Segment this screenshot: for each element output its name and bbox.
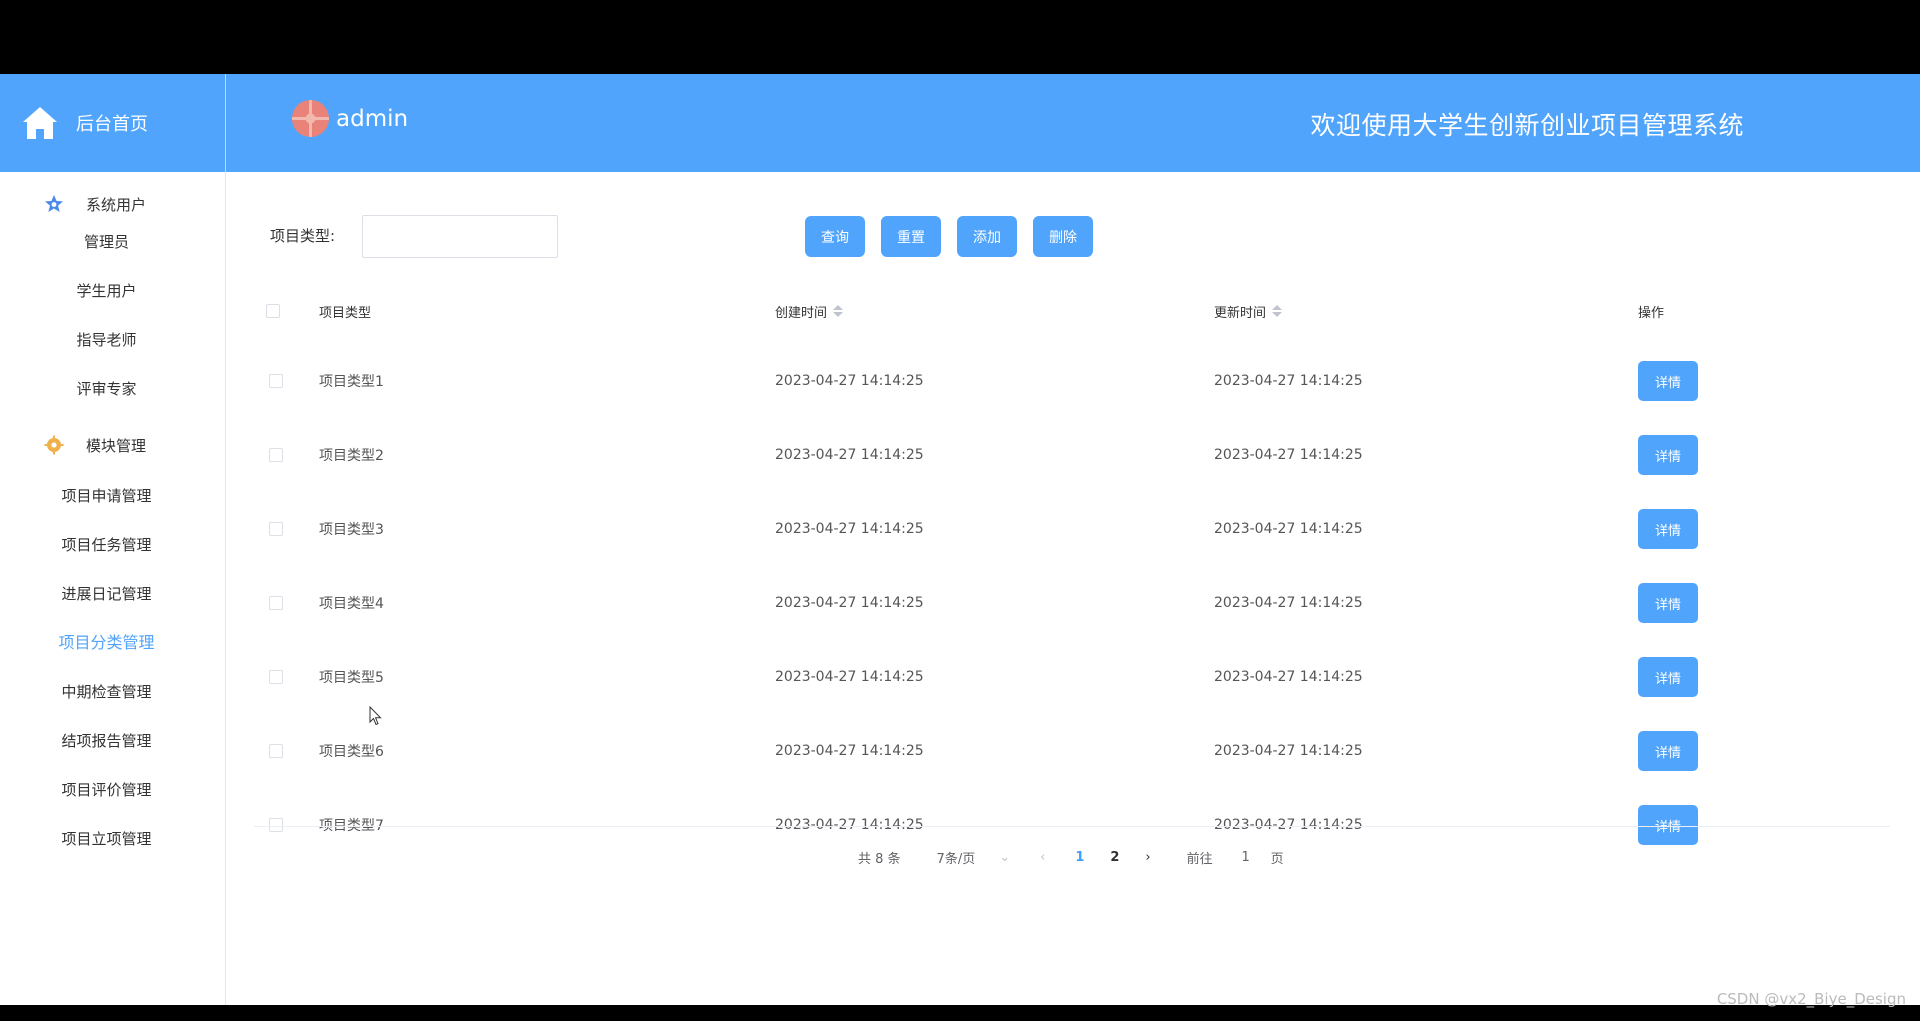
- page-suffix: 页: [1270, 851, 1284, 867]
- cell-update-time: 2023-04-27 14:14:25: [1214, 447, 1363, 463]
- mouse-cursor-icon: [369, 706, 382, 726]
- column-header-update-time[interactable]: 更新时间: [1214, 278, 1283, 344]
- user-info[interactable]: admin: [292, 100, 408, 137]
- cell-update-time: 2023-04-27 14:14:25: [1214, 595, 1363, 611]
- page-number-2[interactable]: 2: [1110, 850, 1119, 865]
- project-type-search-input[interactable]: [362, 215, 558, 258]
- cell-update-time: 2023-04-27 14:14:25: [1214, 373, 1363, 389]
- cell-create-time: 2023-04-27 14:14:25: [775, 669, 924, 685]
- cell-type: 项目类型5: [319, 670, 384, 686]
- sidebar-item-project-tasks[interactable]: 项目任务管理: [0, 520, 213, 570]
- sidebar: 系统用户 管理员 学生用户 指导老师 评审专家 模块管理 项目申请管理 项目任务…: [0, 172, 226, 1005]
- cell-type: 项目类型1: [319, 374, 384, 390]
- table-row: 项目类型5 2023-04-27 14:14:25 2023-04-27 14:…: [254, 640, 1890, 714]
- pagination: 共 8 条 7条/页 ⌄ ‹ 1 2 › 前往 页: [858, 842, 1284, 872]
- row-checkbox[interactable]: [269, 744, 283, 758]
- table-row: 项目类型3 2023-04-27 14:14:25 2023-04-27 14:…: [254, 492, 1890, 566]
- star-badge-icon: [44, 194, 64, 214]
- cell-update-time: 2023-04-27 14:14:25: [1214, 743, 1363, 759]
- query-button[interactable]: 查询: [805, 216, 865, 257]
- table-row: 项目类型4 2023-04-27 14:14:25 2023-04-27 14:…: [254, 566, 1890, 640]
- avatar: [292, 100, 329, 137]
- column-header-label: 创建时间: [775, 305, 828, 321]
- table-row: 项目类型1 2023-04-27 14:14:25 2023-04-27 14:…: [254, 344, 1890, 418]
- app-window: 后台首页 admin 欢迎使用大学生创新创业项目管理系统 系统用户 管理员 学生…: [0, 74, 1920, 1005]
- goto-page-input[interactable]: [1230, 844, 1261, 870]
- table-row: 项目类型6 2023-04-27 14:14:25 2023-04-27 14:…: [254, 714, 1890, 788]
- cell-create-time: 2023-04-27 14:14:25: [775, 595, 924, 611]
- sidebar-item-admin[interactable]: 管理员: [0, 217, 213, 267]
- row-checkbox[interactable]: [269, 596, 283, 610]
- detail-button[interactable]: 详情: [1638, 731, 1698, 771]
- add-button[interactable]: 添加: [957, 216, 1017, 257]
- sidebar-item-project-evaluation[interactable]: 项目评价管理: [0, 765, 213, 815]
- column-header-type: 项目类型: [319, 305, 372, 321]
- username: admin: [336, 105, 409, 132]
- select-all-checkbox[interactable]: [266, 304, 280, 318]
- sidebar-group-modules[interactable]: 模块管理: [0, 420, 225, 470]
- table-row: 项目类型2 2023-04-27 14:14:25 2023-04-27 14:…: [254, 418, 1890, 492]
- column-header-label: 更新时间: [1214, 305, 1267, 321]
- row-checkbox[interactable]: [269, 374, 283, 388]
- cell-type: 项目类型7: [319, 818, 384, 834]
- page-size-select[interactable]: 7条/页 ⌄: [937, 848, 1011, 867]
- row-checkbox[interactable]: [269, 522, 283, 536]
- home-icon: [23, 107, 57, 139]
- cell-create-time: 2023-04-27 14:14:25: [775, 447, 924, 463]
- row-checkbox[interactable]: [269, 448, 283, 462]
- sidebar-item-teachers[interactable]: 指导老师: [0, 315, 213, 365]
- sidebar-item-students[interactable]: 学生用户: [0, 266, 213, 316]
- main-content: 项目类型: 查询 重置 添加 删除 项目类型 创建时间 更新时间 操作 项目类型…: [233, 180, 1890, 1005]
- sort-icon[interactable]: [833, 305, 844, 317]
- cell-create-time: 2023-04-27 14:14:25: [775, 373, 924, 389]
- cell-update-time: 2023-04-27 14:14:25: [1214, 669, 1363, 685]
- search-label: 项目类型:: [270, 227, 336, 245]
- detail-button[interactable]: 详情: [1638, 657, 1698, 697]
- cell-type: 项目类型2: [319, 448, 384, 464]
- chevron-down-icon: ⌄: [999, 849, 1011, 865]
- data-table: 项目类型 创建时间 更新时间 操作 项目类型1 2023-04-27 14:14…: [254, 278, 1890, 862]
- pagination-total: 共 8 条: [858, 851, 901, 867]
- delete-button[interactable]: 删除: [1033, 216, 1093, 257]
- sidebar-item-midterm-check[interactable]: 中期检查管理: [0, 667, 213, 717]
- detail-button[interactable]: 详情: [1638, 361, 1698, 401]
- sidebar-item-experts[interactable]: 评审专家: [0, 364, 213, 414]
- home-label: 后台首页: [76, 114, 148, 135]
- system-title: 欢迎使用大学生创新创业项目管理系统: [1310, 111, 1744, 140]
- detail-button[interactable]: 详情: [1638, 583, 1698, 623]
- column-header-operation: 操作: [1638, 305, 1665, 321]
- reset-button[interactable]: 重置: [881, 216, 941, 257]
- table-divider: [254, 826, 1890, 827]
- sidebar-item-project-apply[interactable]: 项目申请管理: [0, 471, 213, 521]
- next-page-button[interactable]: ›: [1145, 850, 1150, 865]
- sort-icon[interactable]: [1272, 305, 1283, 317]
- prev-page-button[interactable]: ‹: [1040, 850, 1045, 865]
- sidebar-item-project-approval[interactable]: 项目立项管理: [0, 814, 213, 864]
- cell-type: 项目类型4: [319, 596, 384, 612]
- gear-badge-icon: [44, 435, 64, 455]
- row-checkbox[interactable]: [269, 818, 283, 832]
- cell-update-time: 2023-04-27 14:14:25: [1214, 521, 1363, 537]
- detail-button[interactable]: 详情: [1638, 435, 1698, 475]
- table-header-row: 项目类型 创建时间 更新时间 操作: [254, 278, 1890, 344]
- cell-create-time: 2023-04-27 14:14:25: [775, 521, 924, 537]
- page-size-value: 7条/页: [936, 851, 976, 867]
- sidebar-group-label: 模块管理: [86, 436, 147, 455]
- sidebar-item-final-report[interactable]: 结项报告管理: [0, 716, 213, 766]
- page-number-1[interactable]: 1: [1075, 850, 1084, 865]
- sidebar-item-progress-diary[interactable]: 进展日记管理: [0, 569, 213, 619]
- goto-label: 前往: [1186, 851, 1213, 867]
- sidebar-group-label: 系统用户: [86, 195, 147, 214]
- column-header-create-time[interactable]: 创建时间: [775, 278, 844, 344]
- home-link[interactable]: 后台首页: [0, 74, 226, 172]
- sidebar-item-project-category[interactable]: 项目分类管理: [0, 618, 213, 668]
- cell-type: 项目类型3: [319, 522, 384, 538]
- cell-create-time: 2023-04-27 14:14:25: [775, 743, 924, 759]
- detail-button[interactable]: 详情: [1638, 805, 1698, 845]
- row-checkbox[interactable]: [269, 670, 283, 684]
- watermark: CSDN @vx2_Biye_Design: [1716, 990, 1906, 1008]
- top-header: 后台首页 admin 欢迎使用大学生创新创业项目管理系统: [0, 74, 1920, 172]
- detail-button[interactable]: 详情: [1638, 509, 1698, 549]
